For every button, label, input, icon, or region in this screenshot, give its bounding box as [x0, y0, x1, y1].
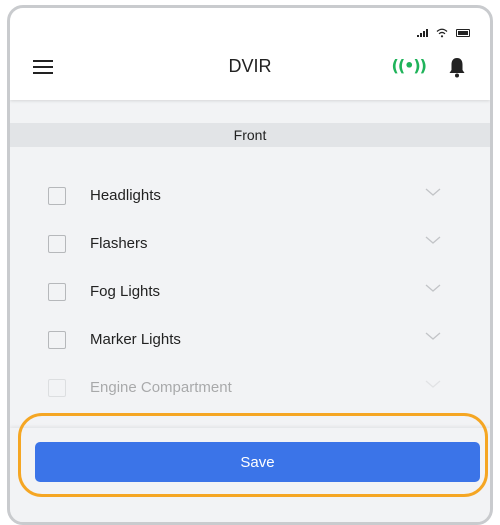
checklist-item-label: Marker Lights [90, 331, 181, 348]
wifi-icon [436, 28, 448, 38]
chevron-down-icon[interactable] [424, 183, 442, 201]
checklist-item-marker-lights[interactable]: Marker Lights [10, 317, 490, 365]
status-bar [417, 28, 470, 38]
checkbox[interactable] [48, 331, 66, 349]
device-frame: DVIR ((•)) Front Headlights Flashers Fog… [7, 5, 493, 525]
checklist-item-label: Engine Compartment [90, 379, 232, 396]
checklist-item-flashers[interactable]: Flashers [10, 221, 490, 269]
checkbox[interactable] [48, 379, 66, 397]
section-header-front: Front [10, 123, 490, 147]
chevron-down-icon[interactable] [424, 327, 442, 345]
checklist-item-engine-compartment[interactable]: Engine Compartment [10, 365, 490, 413]
checklist-item-headlights[interactable]: Headlights [10, 173, 490, 221]
cellular-signal-icon [417, 29, 428, 37]
inspection-checklist: Headlights Flashers Fog Lights Marker Li… [10, 173, 490, 413]
checklist-item-label: Flashers [90, 235, 148, 252]
chevron-down-icon[interactable] [424, 231, 442, 249]
checklist-item-label: Headlights [90, 187, 161, 204]
bell-icon[interactable] [448, 56, 466, 78]
chevron-down-icon[interactable] [424, 375, 442, 393]
checklist-item-label: Fog Lights [90, 283, 161, 300]
checkbox[interactable] [48, 235, 66, 253]
battery-icon [456, 29, 470, 37]
checklist-item-fog-lights[interactable]: Fog Lights [10, 269, 490, 317]
checkbox[interactable] [48, 187, 66, 205]
broadcast-signal-icon[interactable]: ((•)) [392, 56, 427, 75]
chevron-down-icon[interactable] [424, 279, 442, 297]
save-button[interactable]: Save [35, 442, 480, 482]
app-header: DVIR ((•)) [10, 8, 490, 100]
checkbox[interactable] [48, 283, 66, 301]
